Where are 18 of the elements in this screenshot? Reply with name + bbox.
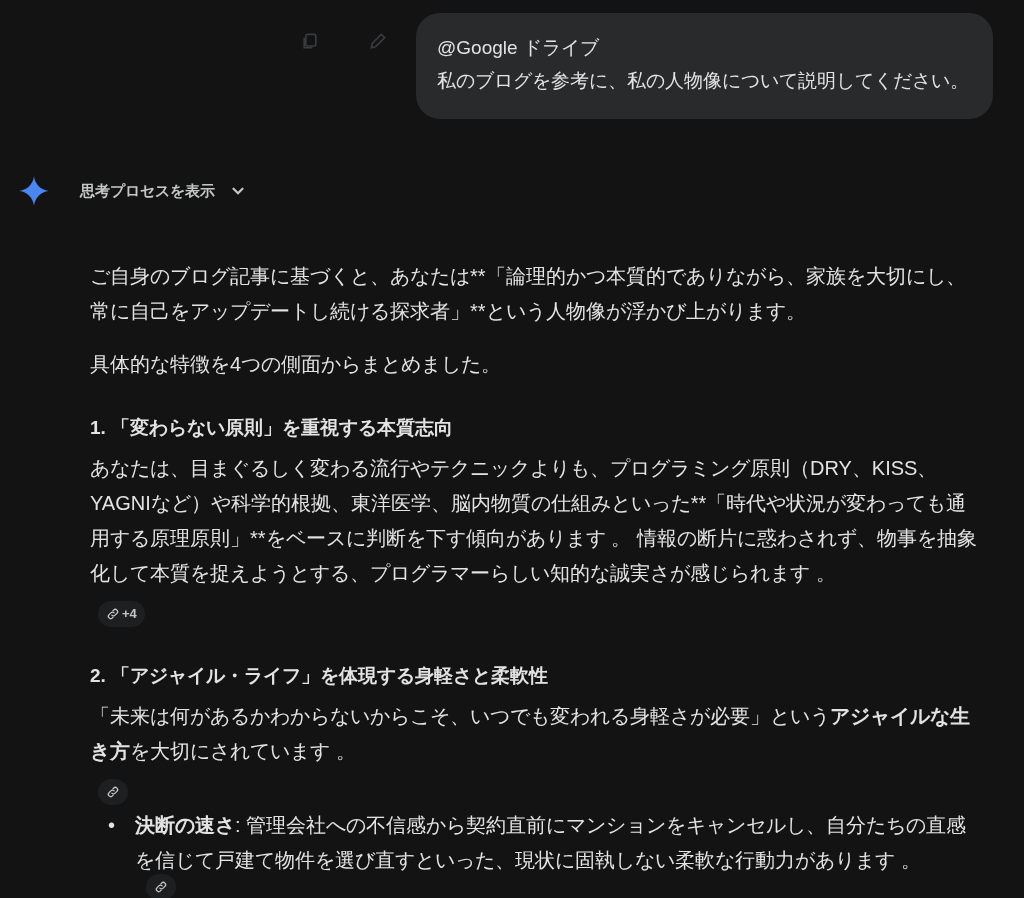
paragraph: 具体的な特徴を4つの側面からまとめました。 xyxy=(90,352,503,377)
paragraph: ご自身のブログ記事に基づくと、あなたは**「論理的かつ本質的でありながら、家族を大切にし、常に自己をアップデートし続ける探求者」**という人物像が浮かび上がります。 xyxy=(90,264,967,324)
section-heading: 1. 「変わらない原則」を重視する本質志向 xyxy=(90,416,455,440)
mention-text: @Google ドライブ xyxy=(437,36,600,60)
show-thinking-button[interactable]: 思考プロセスを表示 xyxy=(80,179,247,203)
paragraph: あなたは、目まぐるしく変わる流行やテクニックよりも、プログラミング原則（DRY、KISS、YAGNIなど）や科学的根拠、東洋医学、脳内物質の仕組みといった**「時代や状況が変わっても通用する原理原則」**をベースに判断を下す傾向があります 。 情報の断片に惑わされず、物事を抽象化して本質を捉えようとする、プログラマーらしい知的な誠実さが感じられます 。 xyxy=(90,456,978,586)
link-icon xyxy=(106,606,120,621)
bullet-marker: • xyxy=(108,813,115,838)
message-text: 私のブログを参考に、私の人物像について説明してください。 xyxy=(437,69,969,93)
paragraph: 「未来は何があるかわからないからこそ、いつでも変われる身軽さが必要」というアジャイルな生き方を大切にされています 。 xyxy=(90,704,971,764)
link-icon xyxy=(106,784,120,799)
citation-chip[interactable]: +4 xyxy=(98,600,145,627)
sparkle-icon xyxy=(18,175,50,207)
bullet-item: 決断の速さ: 管理会社への不信感から契約直前にマンションをキャンセルし、自分たちの直感を信じて戸建て物件を選び直すといった、現状に固執しない柔軟な行動力があります 。 xyxy=(135,813,968,873)
citation-chip[interactable] xyxy=(146,873,176,898)
section-heading: 2. 「アジャイル・ライフ」を体現する身軽さと柔軟性 xyxy=(90,664,550,688)
link-icon xyxy=(154,879,168,894)
citation-chip[interactable] xyxy=(98,778,128,805)
